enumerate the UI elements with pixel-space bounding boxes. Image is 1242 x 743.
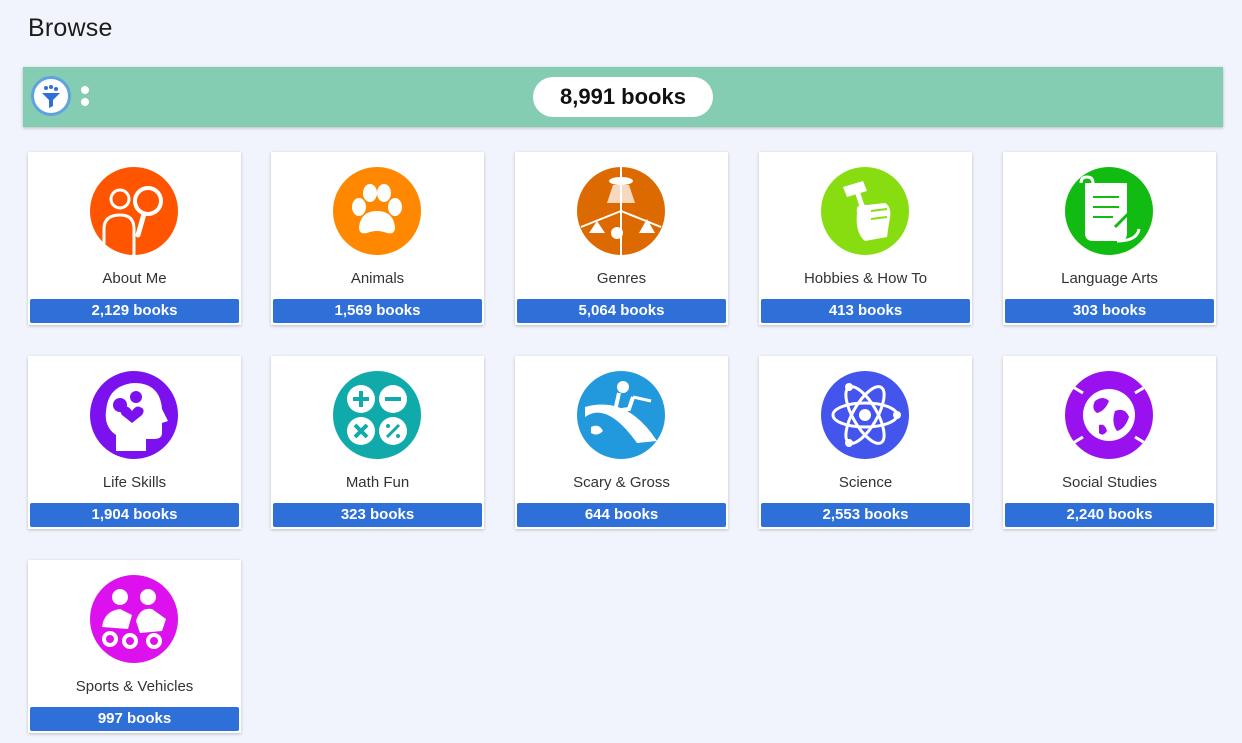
category-card-life-skills[interactable]: Life Skills 1,904 books <box>28 356 241 529</box>
category-count: 997 books <box>30 707 239 731</box>
category-label: Social Studies <box>1061 474 1158 491</box>
scroll-quill-icon <box>1065 167 1153 255</box>
filter-button[interactable] <box>31 76 71 116</box>
category-count: 323 books <box>273 503 482 527</box>
category-label: Animals <box>350 270 405 287</box>
atom-icon <box>821 371 909 459</box>
paw-icon <box>333 167 421 255</box>
category-count: 413 books <box>761 299 970 323</box>
globe-icon <box>1065 371 1153 459</box>
filter-funnel-icon <box>42 85 60 108</box>
category-count: 2,129 books <box>30 299 239 323</box>
more-dot-icon <box>81 98 89 106</box>
toolbar: 8,991 books <box>23 67 1223 127</box>
category-card-scary-gross[interactable]: Scary & Gross 644 books <box>515 356 728 529</box>
head-gears-heart-icon <box>90 371 178 459</box>
category-count: 2,553 books <box>761 503 970 527</box>
category-label: Hobbies & How To <box>803 270 928 287</box>
category-label: Scary & Gross <box>573 474 670 491</box>
genres-collage-icon <box>577 167 665 255</box>
more-dot-icon <box>81 86 89 94</box>
hammer-fist-icon <box>821 167 909 255</box>
category-count: 1,904 books <box>30 503 239 527</box>
category-count: 303 books <box>1005 299 1214 323</box>
category-label: Sports & Vehicles <box>75 678 194 695</box>
category-label: Science <box>838 474 893 491</box>
math-symbols-icon <box>333 371 421 459</box>
category-card-about-me[interactable]: About Me 2,129 books <box>28 152 241 325</box>
category-label: Genres <box>596 270 647 287</box>
category-card-math-fun[interactable]: Math Fun 323 books <box>271 356 484 529</box>
person-magnifier-icon <box>90 167 178 255</box>
total-books-badge: 8,991 books <box>533 77 713 117</box>
slide-kid-icon <box>577 371 665 459</box>
category-count: 644 books <box>517 503 726 527</box>
category-count: 5,064 books <box>517 299 726 323</box>
category-card-sports-vehicles[interactable]: Sports & Vehicles 997 books <box>28 560 241 733</box>
go-kart-racers-icon <box>90 575 178 663</box>
category-count: 1,569 books <box>273 299 482 323</box>
category-label: Language Arts <box>1061 270 1158 287</box>
category-label: About Me <box>102 270 167 287</box>
page-title: Browse <box>28 14 113 42</box>
more-options-button[interactable] <box>77 83 93 111</box>
category-label: Math Fun <box>345 474 410 491</box>
category-card-genres[interactable]: Genres 5,064 books <box>515 152 728 325</box>
category-label: Life Skills <box>102 474 167 491</box>
category-card-language-arts[interactable]: Language Arts 303 books <box>1003 152 1216 325</box>
category-card-animals[interactable]: Animals 1,569 books <box>271 152 484 325</box>
category-count: 2,240 books <box>1005 503 1214 527</box>
category-card-social-studies[interactable]: Social Studies 2,240 books <box>1003 356 1216 529</box>
category-card-hobbies[interactable]: Hobbies & How To 413 books <box>759 152 972 325</box>
category-card-science[interactable]: Science 2,553 books <box>759 356 972 529</box>
